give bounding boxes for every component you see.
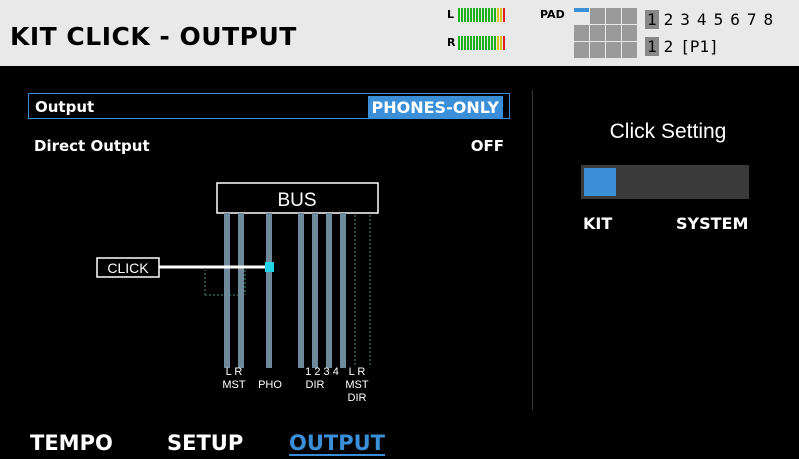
lane-label-mst2: MST [345, 379, 369, 391]
pad-cell [590, 8, 605, 24]
pad-label: PAD [540, 8, 565, 21]
lane-labels: L R MST PHO 1 2 3 4 DIR L R MST DIR [222, 366, 369, 404]
pad-cell [590, 25, 605, 41]
bank-1: 1 [645, 37, 659, 56]
lane-label-dirnums: 1 2 3 4 [305, 366, 339, 378]
click-setting-kit-label: KIT [583, 214, 613, 233]
num-1: 1 [645, 10, 659, 29]
pad-cell [622, 42, 637, 58]
pad-cell [606, 8, 621, 24]
bus-label: BUS [277, 190, 316, 211]
pad-cell [622, 8, 637, 24]
lane-dir-3 [326, 213, 332, 368]
bus-routing-diagram: BUS CLICK L R MST PHO 1 2 3 4 DIR L R MS… [96, 182, 379, 404]
lane-label-pho: PHO [258, 379, 282, 391]
pad-cell [606, 25, 621, 41]
route-node-phones [265, 262, 274, 272]
lane-dir-4 [340, 213, 346, 368]
pad-cell [574, 42, 589, 58]
tab-setup[interactable]: SETUP [167, 431, 243, 455]
panel-divider [532, 90, 533, 410]
click-setting-system-label: SYSTEM [676, 214, 749, 233]
pad-cell [574, 25, 589, 41]
num-8: 8 [763, 10, 774, 29]
lane-label-lr1: L R [226, 366, 243, 378]
kit-number-row: 1 2 3 4 5 6 7 8 [645, 10, 775, 29]
pad-cell [606, 42, 621, 58]
lane-dir-2 [312, 213, 318, 368]
click-setting-slider[interactable] [581, 165, 749, 199]
tab-output[interactable]: OUTPUT [289, 431, 385, 455]
num-4: 4 [696, 10, 707, 29]
click-setting-slider-fill [584, 168, 616, 196]
pad-indicator-grid [574, 8, 637, 58]
lane-phones [266, 213, 272, 368]
pad-cell [590, 42, 605, 58]
click-source-label: CLICK [107, 260, 149, 276]
pad-cell-active [574, 8, 589, 12]
lane-mst-r [238, 213, 244, 368]
lane-label-lr2: L R [349, 366, 366, 378]
lane-mst-l [224, 213, 230, 368]
lane-label-mst1: MST [222, 379, 246, 391]
num-5: 5 [713, 10, 724, 29]
bank-page: [P1] [680, 37, 719, 56]
num-7: 7 [746, 10, 757, 29]
click-setting-title: Click Setting [609, 120, 727, 143]
pad-cell [622, 25, 637, 41]
num-2: 2 [663, 10, 674, 29]
lane-dir-1 [298, 213, 304, 368]
num-3: 3 [680, 10, 690, 29]
bank-number-row: 1 2 [P1] [645, 37, 721, 56]
bus-lanes [224, 213, 346, 368]
tab-tempo[interactable]: TEMPO [30, 431, 113, 455]
lane-label-dir: DIR [306, 379, 325, 391]
bank-2: 2 [663, 37, 674, 56]
num-6: 6 [730, 10, 740, 29]
lane-label-dir2: DIR [348, 392, 367, 404]
bottom-tab-bar: TEMPO SETUP OUTPUT [0, 427, 799, 459]
